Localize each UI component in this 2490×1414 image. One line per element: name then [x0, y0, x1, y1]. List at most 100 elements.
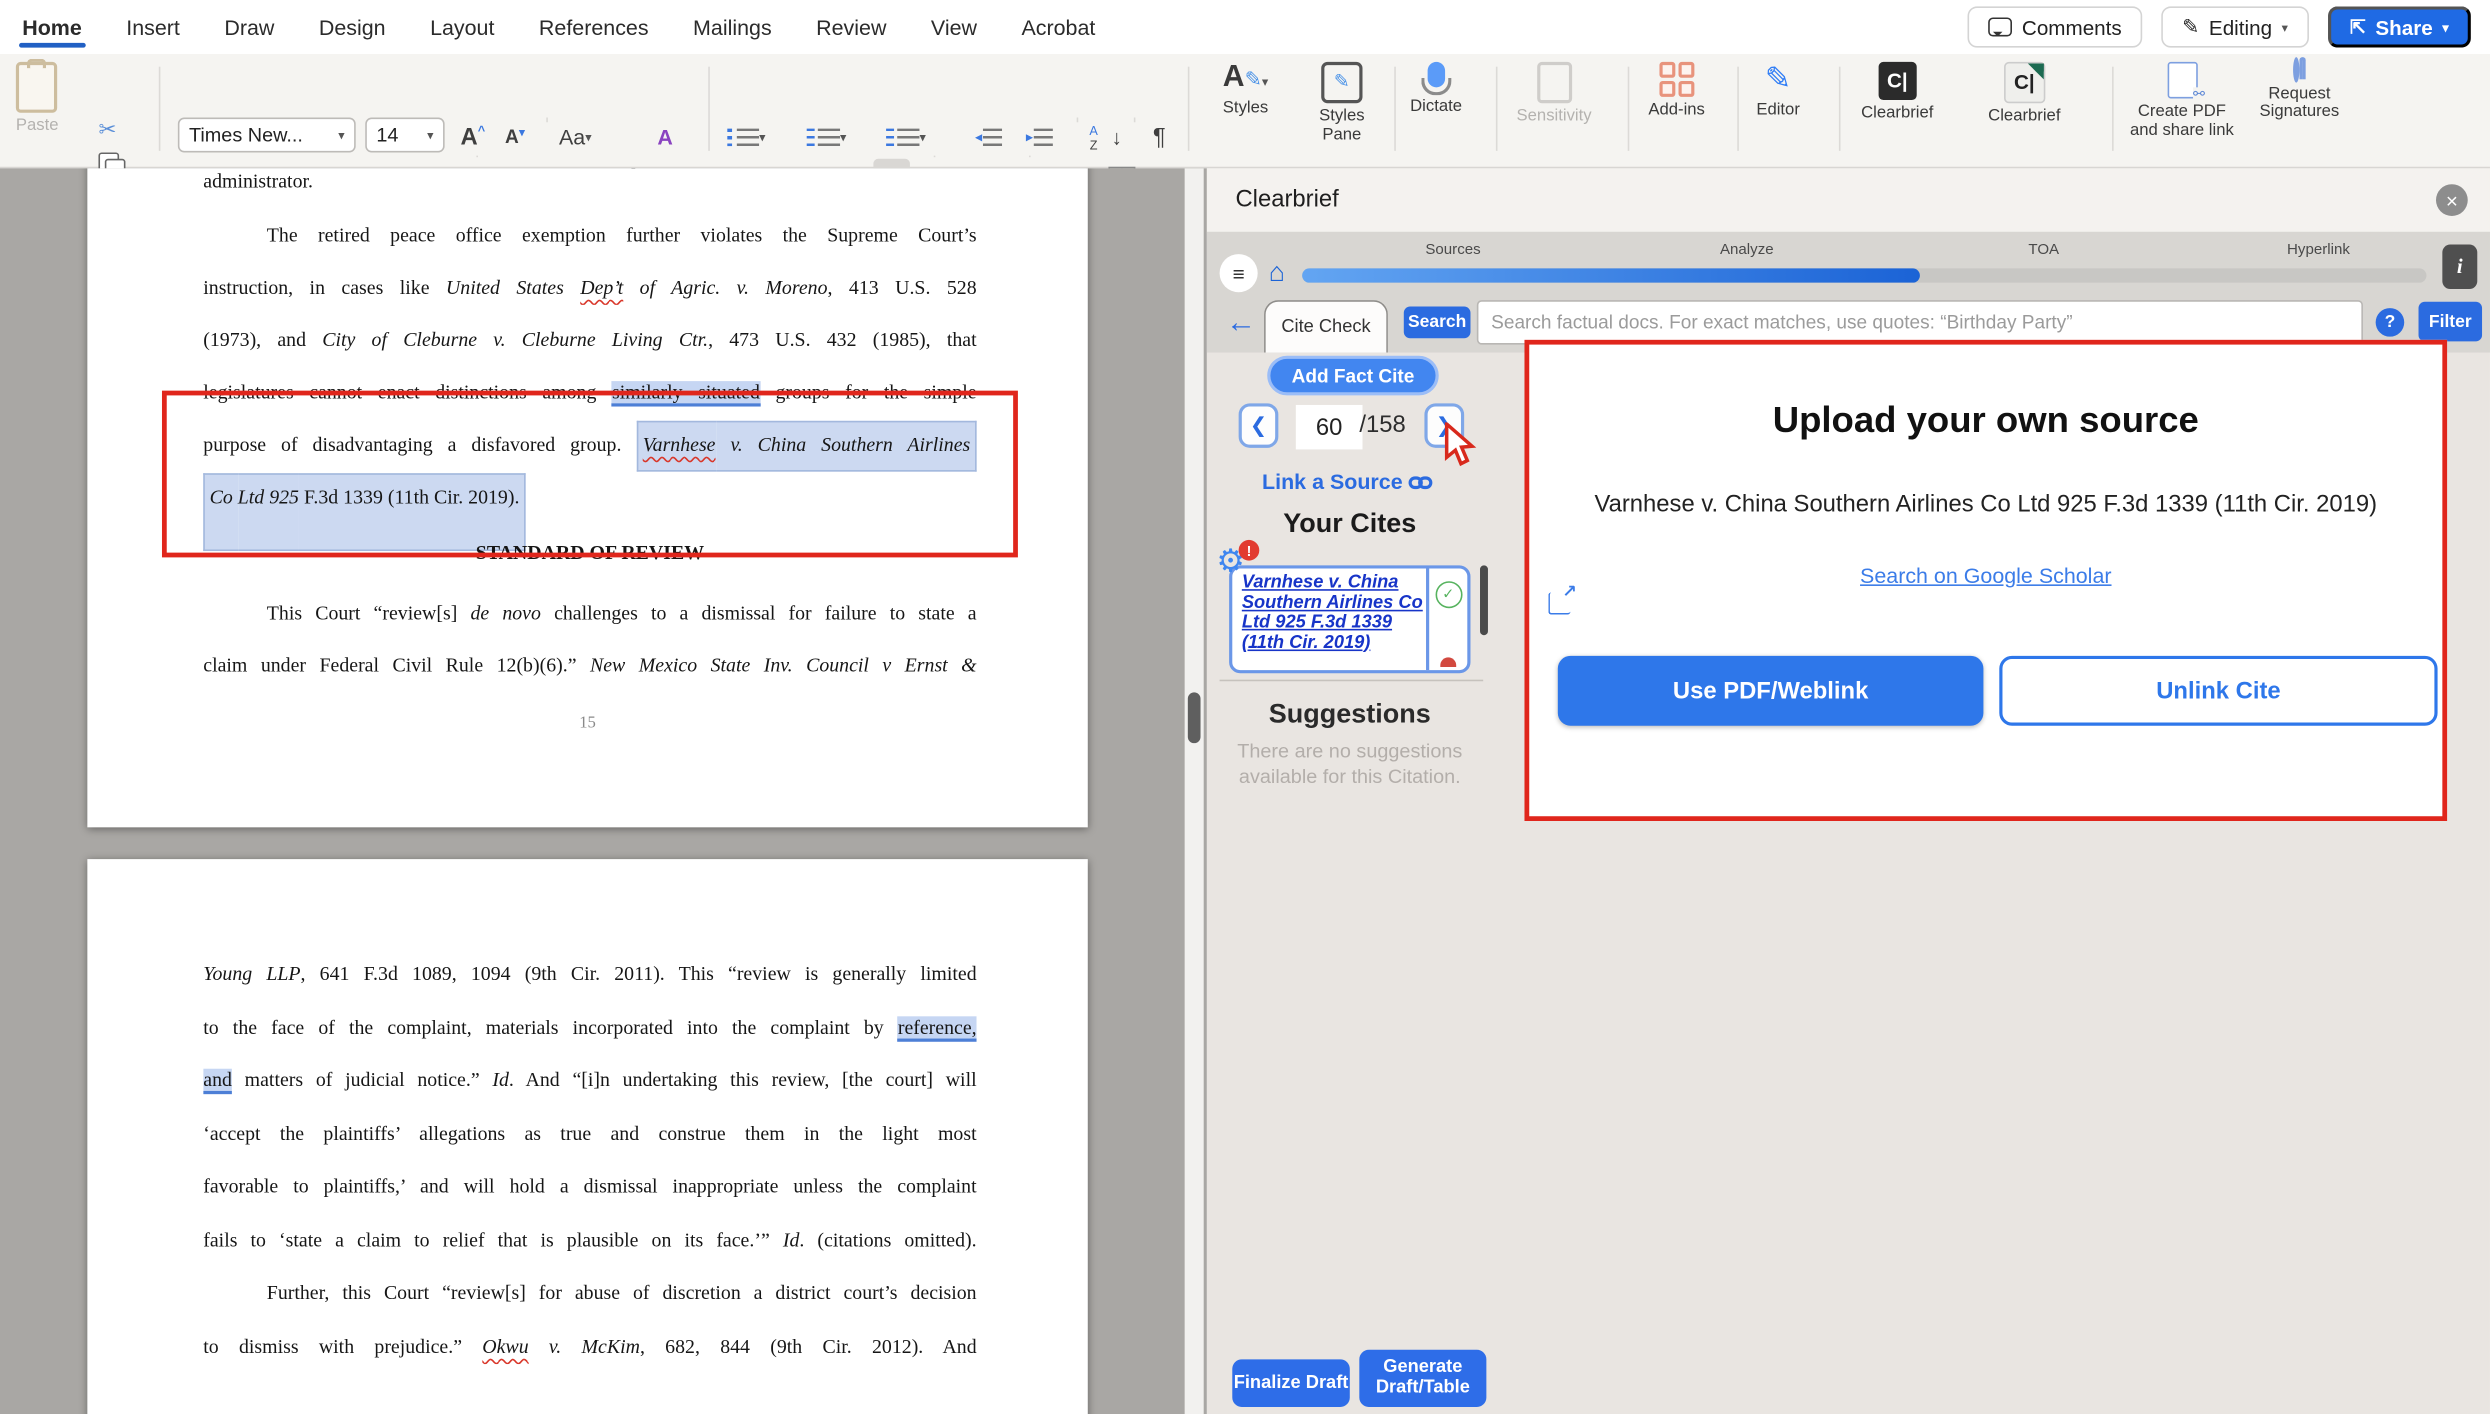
scrollbar-thumb[interactable]: [1188, 692, 1201, 743]
doc-line: favorable to plaintiffs,’ and will hold …: [203, 1174, 976, 1204]
change-case-button[interactable]: Aa▾: [559, 118, 592, 156]
unlink-cite-button[interactable]: Unlink Cite: [1999, 656, 2437, 726]
progress-label-toa[interactable]: TOA: [2028, 241, 2059, 258]
font-name-value: Times New...: [189, 124, 303, 146]
share-button[interactable]: ⇱ Share ▾: [2328, 6, 2471, 47]
bullets-button[interactable]: ▾: [727, 118, 765, 156]
page-number: 15: [87, 715, 1087, 732]
clearbrief-icon: C|: [2004, 62, 2045, 103]
document-scrollbar[interactable]: [1185, 168, 1204, 1414]
share-label: Share: [2375, 15, 2432, 39]
comments-label: Comments: [2022, 15, 2122, 39]
suggestions-heading: Suggestions: [1207, 699, 1493, 731]
progress-label-analyze[interactable]: Analyze: [1720, 241, 1774, 258]
menu-acrobat[interactable]: Acrobat: [1018, 6, 1098, 49]
document-page-1[interactable]: administrator. The retired peace office …: [87, 168, 1087, 827]
comment-icon: [1989, 17, 2013, 36]
clear-formatting-button[interactable]: A: [657, 118, 672, 156]
menu-mailings[interactable]: Mailings: [690, 6, 775, 49]
search-input[interactable]: [1477, 300, 2363, 344]
hamburger-menu-icon[interactable]: ≡: [1220, 254, 1258, 292]
menu-view[interactable]: View: [928, 6, 980, 49]
doc-line: administrator.: [203, 168, 976, 198]
styles-button[interactable]: A✎▾ Styles: [1223, 62, 1269, 118]
prev-cite-button[interactable]: ❮: [1239, 403, 1279, 447]
info-icon[interactable]: i: [2442, 245, 2477, 289]
menu-insert[interactable]: Insert: [123, 6, 183, 49]
addins-grid-icon: [1659, 62, 1694, 97]
divider: [1220, 680, 1484, 682]
font-name-select[interactable]: Times New...▾: [178, 118, 356, 153]
progress-label-hyperlink[interactable]: Hyperlink: [2287, 241, 2350, 258]
home-icon[interactable]: ⌂: [1269, 257, 1285, 289]
alert-badge: !: [1239, 540, 1260, 561]
finalize-draft-button[interactable]: Finalize Draft: [1232, 1359, 1350, 1407]
tab-cite-check[interactable]: Cite Check: [1264, 300, 1388, 352]
shrink-font-button[interactable]: A▾: [505, 118, 525, 156]
cite-card-text[interactable]: Varnhese v. China Southern Airlines Co L…: [1232, 569, 1426, 671]
doc-line: to the face of the complaint, materials …: [203, 1015, 976, 1045]
upload-title: Upload your own source: [1529, 399, 2442, 442]
external-link-icon[interactable]: [1548, 592, 1570, 614]
menu-design[interactable]: Design: [316, 6, 389, 49]
chevron-down-icon: ▾: [2442, 20, 2448, 34]
paste-button[interactable]: Paste: [16, 62, 59, 136]
search-button[interactable]: Search: [1404, 306, 1471, 338]
create-pdf-button[interactable]: ⚯ Create PDF and share link: [2128, 62, 2236, 140]
grow-font-button[interactable]: A^: [461, 118, 486, 156]
menu-layout[interactable]: Layout: [427, 6, 498, 49]
microphone-icon: [1427, 62, 1444, 87]
cite-card-side: ✓: [1426, 569, 1467, 671]
doc-line: This Court “review[s] de novo challenges…: [203, 600, 976, 630]
cite-card[interactable]: Varnhese v. China Southern Airlines Co L…: [1229, 565, 1470, 673]
menu-review[interactable]: Review: [813, 6, 890, 49]
add-fact-cite-button[interactable]: Add Fact Cite: [1267, 356, 1439, 396]
editing-mode-button[interactable]: ✎ Editing ▾: [2161, 6, 2308, 47]
document-page-2[interactable]: Young LLP, 641 F.3d 1089, 1094 (9th Cir.…: [87, 859, 1087, 1414]
numbering-button[interactable]: ▾: [807, 118, 847, 156]
close-icon[interactable]: ×: [2436, 184, 2468, 216]
styles-pane-button[interactable]: ✎ Styles Pane: [1305, 62, 1378, 145]
progress-track: [1302, 268, 2426, 282]
link-a-source-label: Link a Source: [1262, 470, 1403, 494]
menu-references[interactable]: References: [536, 6, 652, 49]
use-pdf-weblink-button[interactable]: Use PDF/Weblink: [1558, 656, 1984, 726]
share-icon: ⇱: [2350, 16, 2366, 38]
cut-button[interactable]: ✂: [98, 118, 116, 143]
doc-line: ‘accept the plaintiffs’ allegations as t…: [203, 1121, 976, 1151]
generate-draft-table-button[interactable]: Generate Draft/Table: [1359, 1350, 1486, 1407]
dictate-button[interactable]: Dictate: [1410, 62, 1462, 117]
comments-button[interactable]: Comments: [1968, 6, 2142, 47]
editor-button[interactable]: ✎ Editor: [1756, 62, 1800, 120]
document-canvas[interactable]: administrator. The retired peace office …: [0, 168, 1207, 1414]
clearbrief-dark-button[interactable]: C| Clearbrief: [1861, 62, 1933, 123]
doc-line: (1973), and City of Cleburne v. Cleburne…: [203, 327, 976, 357]
cite-index-input[interactable]: [1296, 405, 1363, 449]
menu-home[interactable]: Home: [19, 6, 85, 49]
check-circle-icon[interactable]: ✓: [1435, 581, 1462, 608]
increase-indent-button[interactable]: ▸: [1026, 118, 1052, 156]
back-arrow-icon[interactable]: ←: [1226, 306, 1256, 341]
addins-button[interactable]: Add-ins: [1648, 62, 1705, 120]
help-icon[interactable]: ?: [2376, 308, 2405, 337]
google-scholar-link[interactable]: Search on Google Scholar: [1529, 564, 2442, 588]
link-a-source-link[interactable]: Link a Source: [1207, 470, 1493, 494]
doc-line: fails to ‘state a claim to relief that i…: [203, 1228, 976, 1258]
titlebar-actions: Comments ✎ Editing ▾ ⇱ Share ▾: [1968, 6, 2471, 47]
doc-line: claim under Federal Civil Rule 12(b)(6).…: [203, 653, 976, 683]
sort-button[interactable]: A Z: [1089, 118, 1097, 156]
suggestions-empty-text: There are no suggestions available for t…: [1229, 740, 1470, 790]
progress-label-sources[interactable]: Sources: [1425, 241, 1480, 258]
menu-draw[interactable]: Draw: [221, 6, 277, 49]
font-size-select[interactable]: 14▾: [365, 118, 444, 153]
main-area: administrator. The retired peace office …: [0, 168, 2490, 1414]
menubar: Home Insert Draw Design Layout Reference…: [0, 0, 2490, 54]
request-signatures-button[interactable]: Request Signatures: [2249, 62, 2351, 122]
show-marks-button[interactable]: ¶: [1153, 118, 1166, 156]
signature-person-icon: [2293, 62, 2306, 80]
clearbrief-light-button[interactable]: C| Clearbrief: [1988, 62, 2060, 126]
multilevel-list-button[interactable]: ▾: [886, 118, 926, 156]
cites-scrollbar-thumb[interactable]: [1480, 565, 1488, 635]
filter-button[interactable]: Filter: [2419, 302, 2483, 342]
decrease-indent-button[interactable]: ◂: [975, 118, 1001, 156]
